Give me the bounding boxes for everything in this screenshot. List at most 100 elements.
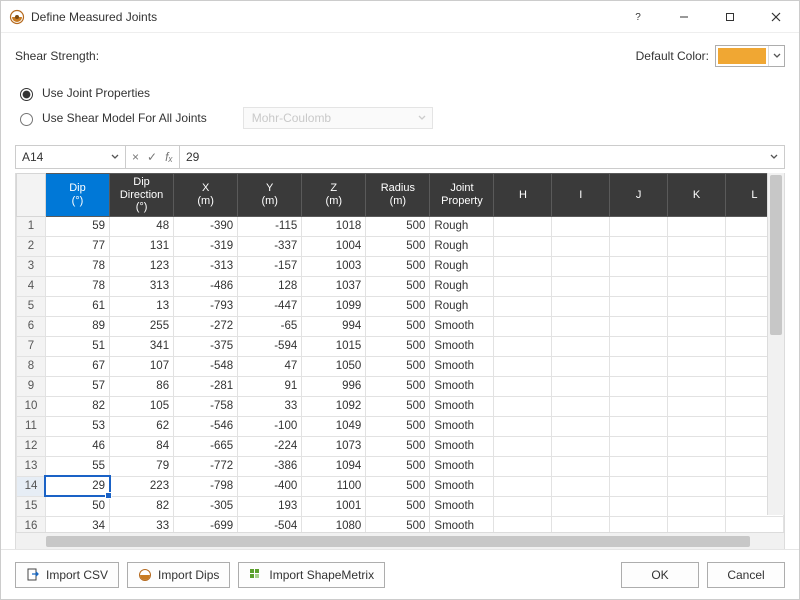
cell[interactable]: [610, 296, 668, 316]
cell[interactable]: 50: [45, 496, 109, 516]
cell[interactable]: Smooth: [430, 396, 494, 416]
row-header[interactable]: 14: [17, 476, 46, 496]
cell[interactable]: 67: [45, 356, 109, 376]
cell[interactable]: [552, 216, 610, 236]
cell[interactable]: 500: [366, 456, 430, 476]
cell[interactable]: [668, 476, 726, 496]
cell[interactable]: [552, 476, 610, 496]
cell[interactable]: [668, 256, 726, 276]
cell[interactable]: -272: [174, 316, 238, 336]
ok-button[interactable]: OK: [621, 562, 699, 588]
col-I[interactable]: I: [552, 174, 610, 217]
corner-cell[interactable]: [17, 174, 46, 217]
table-row[interactable]: 689255-272-65994500Smooth: [17, 316, 784, 336]
cell[interactable]: -447: [238, 296, 302, 316]
row-header[interactable]: 4: [17, 276, 46, 296]
vertical-scrollbar[interactable]: [767, 173, 784, 515]
cell[interactable]: [610, 436, 668, 456]
col-jprop[interactable]: Joint Property: [430, 174, 494, 217]
table-row[interactable]: 56113-793-4471099500Rough: [17, 296, 784, 316]
row-header[interactable]: 11: [17, 416, 46, 436]
cancel-edit-icon[interactable]: ×: [132, 150, 139, 164]
cell[interactable]: 996: [302, 376, 366, 396]
cell[interactable]: [552, 516, 610, 532]
cell[interactable]: 341: [110, 336, 174, 356]
data-grid[interactable]: Dip (°) Dip Direction (°) X (m) Y (m) Z …: [15, 173, 785, 549]
cell[interactable]: 84: [110, 436, 174, 456]
minimize-button[interactable]: [661, 1, 707, 32]
cell[interactable]: 313: [110, 276, 174, 296]
cell[interactable]: 77: [45, 236, 109, 256]
row-header[interactable]: 13: [17, 456, 46, 476]
cell[interactable]: -772: [174, 456, 238, 476]
cell[interactable]: 46: [45, 436, 109, 456]
table-row[interactable]: 478313-4861281037500Rough: [17, 276, 784, 296]
cell[interactable]: -281: [174, 376, 238, 396]
cell[interactable]: 33: [110, 516, 174, 532]
cell[interactable]: -793: [174, 296, 238, 316]
import-shapemetrix-button[interactable]: Import ShapeMetrix: [238, 562, 385, 588]
cell[interactable]: [552, 256, 610, 276]
cell[interactable]: Smooth: [430, 316, 494, 336]
cell[interactable]: 34: [45, 516, 109, 532]
cell[interactable]: 1073: [302, 436, 366, 456]
cell[interactable]: 500: [366, 276, 430, 296]
cell[interactable]: 500: [366, 416, 430, 436]
table-row[interactable]: 15948-390-1151018500Rough: [17, 216, 784, 236]
col-H[interactable]: H: [494, 174, 552, 217]
cell[interactable]: [610, 236, 668, 256]
cell[interactable]: 1003: [302, 256, 366, 276]
cell[interactable]: Rough: [430, 216, 494, 236]
formula-input[interactable]: 29: [180, 146, 784, 168]
cell[interactable]: [668, 456, 726, 476]
col-dip[interactable]: Dip (°): [45, 174, 109, 217]
cell[interactable]: [494, 216, 552, 236]
table-row[interactable]: 135579-772-3861094500Smooth: [17, 456, 784, 476]
row-header[interactable]: 16: [17, 516, 46, 532]
table-row[interactable]: 115362-546-1001049500Smooth: [17, 416, 784, 436]
cell[interactable]: Rough: [430, 256, 494, 276]
cell[interactable]: [668, 296, 726, 316]
cell[interactable]: -386: [238, 456, 302, 476]
row-header[interactable]: 8: [17, 356, 46, 376]
cell[interactable]: [552, 236, 610, 256]
cell[interactable]: -400: [238, 476, 302, 496]
fx-icon[interactable]: fₓ: [165, 150, 173, 164]
cell[interactable]: 1050: [302, 356, 366, 376]
cell[interactable]: [610, 356, 668, 376]
col-J[interactable]: J: [610, 174, 668, 217]
cell[interactable]: -305: [174, 496, 238, 516]
commit-edit-icon[interactable]: ✓: [147, 150, 157, 164]
cell[interactable]: [668, 436, 726, 456]
cell[interactable]: Smooth: [430, 476, 494, 496]
cell[interactable]: -665: [174, 436, 238, 456]
cell[interactable]: -486: [174, 276, 238, 296]
cell[interactable]: Smooth: [430, 336, 494, 356]
table-row[interactable]: 1429223-798-4001100500Smooth: [17, 476, 784, 496]
cell[interactable]: [668, 316, 726, 336]
cell[interactable]: [668, 236, 726, 256]
cell[interactable]: 82: [110, 496, 174, 516]
cell[interactable]: [494, 416, 552, 436]
col-y[interactable]: Y (m): [238, 174, 302, 217]
cell[interactable]: 500: [366, 436, 430, 456]
cell[interactable]: 53: [45, 416, 109, 436]
default-color-picker[interactable]: [715, 45, 785, 67]
cell[interactable]: -699: [174, 516, 238, 532]
table-row[interactable]: 124684-665-2241073500Smooth: [17, 436, 784, 456]
cell[interactable]: 61: [45, 296, 109, 316]
cell[interactable]: 55: [45, 456, 109, 476]
cell[interactable]: 500: [366, 496, 430, 516]
col-K[interactable]: K: [668, 174, 726, 217]
cell[interactable]: -224: [238, 436, 302, 456]
cell[interactable]: [610, 276, 668, 296]
row-header[interactable]: 15: [17, 496, 46, 516]
cell[interactable]: 193: [238, 496, 302, 516]
cell[interactable]: 500: [366, 376, 430, 396]
cell[interactable]: 1080: [302, 516, 366, 532]
table-row[interactable]: 163433-699-5041080500Smooth: [17, 516, 784, 532]
cell[interactable]: 1037: [302, 276, 366, 296]
cell[interactable]: [610, 416, 668, 436]
cell[interactable]: 51: [45, 336, 109, 356]
cell[interactable]: [552, 356, 610, 376]
